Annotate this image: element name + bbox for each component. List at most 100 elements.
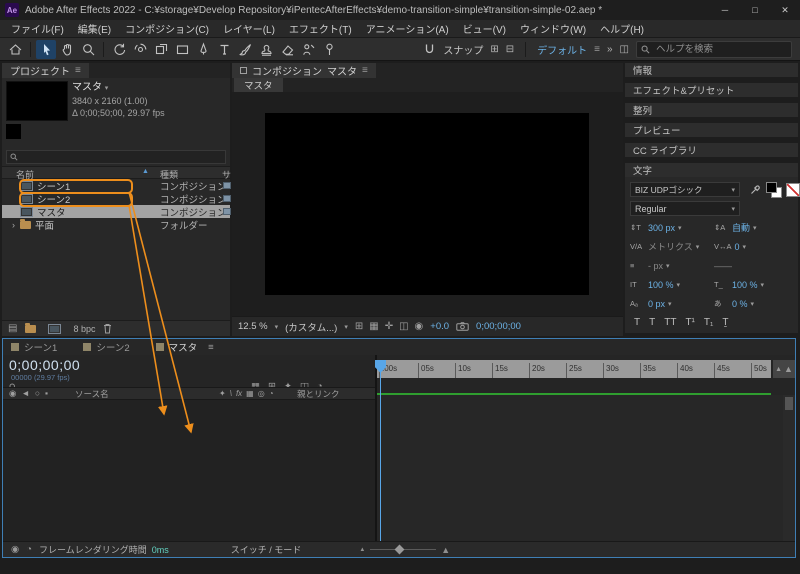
- leading-control[interactable]: ⇕A 自動 ▾: [714, 221, 794, 234]
- panel-header-preview[interactable]: プレビュー: [625, 123, 798, 137]
- faux-italic-button[interactable]: T: [649, 317, 655, 328]
- magnification-value[interactable]: 12.5 %: [238, 321, 268, 332]
- baseline-shift-control[interactable]: Aₐ 0 px ▾: [630, 299, 710, 309]
- viewer-tab-master[interactable]: マスタ: [234, 78, 283, 92]
- panel-header-cc-libraries[interactable]: CC ライブラリ: [625, 143, 798, 157]
- video-column-icon[interactable]: ◉: [9, 388, 16, 399]
- type-tool-icon[interactable]: [214, 40, 234, 59]
- snap-icon[interactable]: [423, 43, 436, 56]
- project-search-field[interactable]: [6, 150, 226, 164]
- crosshair-icon[interactable]: ✛: [385, 321, 393, 332]
- effects-column-icon[interactable]: fx: [236, 389, 242, 398]
- panel-menu-icon[interactable]: ≡: [362, 65, 368, 76]
- timeline-vertical-scrollbar[interactable]: [783, 395, 795, 541]
- kerning-control[interactable]: V/A メトリクス ▾: [630, 240, 710, 253]
- chevron-down-icon[interactable]: ▾: [696, 243, 700, 251]
- color-depth-label[interactable]: 8 bpc: [73, 324, 95, 334]
- zoom-out-mountain-icon[interactable]: ▲: [359, 547, 365, 553]
- シーン1[interactable]: シーン1 コンポジション: [2, 179, 230, 192]
- zoom-in-mountain-icon[interactable]: ▲: [441, 545, 450, 555]
- comp-marker-buttons[interactable]: ▲▲: [773, 360, 795, 378]
- source-name-column-header[interactable]: ソース名: [75, 388, 219, 400]
- zoom-slider-handle[interactable]: [395, 545, 405, 555]
- timeline-track-area[interactable]: [377, 395, 783, 541]
- snap-option-icon[interactable]: ⊞: [490, 44, 498, 55]
- chevron-down-icon[interactable]: ▾: [761, 281, 765, 289]
- menu-item[interactable]: ファイル(F): [4, 21, 71, 36]
- audio-column-icon[interactable]: ◄: [21, 388, 29, 399]
- pan-behind-tool-icon[interactable]: [151, 40, 171, 59]
- hand-tool-icon[interactable]: [57, 40, 77, 59]
- trash-icon[interactable]: [103, 323, 112, 334]
- timeline-tab-master[interactable]: マスタ: [156, 340, 214, 354]
- interpret-footage-icon[interactable]: ▤: [8, 323, 17, 334]
- puppet-pin-tool-icon[interactable]: [319, 40, 339, 59]
- selection-tool-icon[interactable]: [36, 40, 56, 59]
- chevron-down-icon[interactable]: ▾: [677, 281, 681, 289]
- switches-modes-button[interactable]: スイッチ / モード: [231, 543, 302, 556]
- camera-tool-icon[interactable]: [130, 40, 150, 59]
- shy-column-icon[interactable]: ✦: [219, 389, 226, 398]
- view-layout-icon[interactable]: ◫: [399, 321, 408, 332]
- composition-frame[interactable]: [265, 113, 589, 295]
- stroke-style-control[interactable]: ——: [714, 261, 794, 271]
- chevron-down-icon[interactable]: ▾: [668, 300, 672, 308]
- scrollbar-thumb[interactable]: [785, 397, 793, 410]
- fill-stroke-swatches[interactable]: [766, 182, 781, 197]
- current-time-indicator-line[interactable]: [380, 360, 381, 541]
- channel-icon[interactable]: ◉: [415, 321, 424, 332]
- new-folder-icon[interactable]: [25, 325, 36, 333]
- lock-column-icon[interactable]: ▪: [45, 388, 48, 399]
- viewer-canvas[interactable]: [232, 92, 623, 316]
- panel-header-effects-presets[interactable]: エフェクト&プリセット: [625, 83, 798, 97]
- snap-label[interactable]: スナップ: [443, 42, 483, 57]
- chevron-down-icon[interactable]: ▾: [666, 262, 670, 270]
- frame-blend-column-icon[interactable]: ▦: [246, 389, 254, 398]
- chevron-down-icon[interactable]: ▾: [105, 85, 109, 92]
- menu-item[interactable]: ウィンドウ(W): [513, 21, 593, 36]
- grid-guides-icon[interactable]: ⊞: [355, 321, 363, 332]
- timeline-layer-list[interactable]: [3, 400, 375, 541]
- snap-option-icon[interactable]: ⊟: [506, 44, 514, 55]
- menu-item[interactable]: ビュー(V): [456, 21, 513, 36]
- maximize-button[interactable]: □: [740, 0, 770, 20]
- 平面[interactable]: › 平面 フォルダー: [2, 218, 230, 231]
- close-button[interactable]: ✕: [770, 0, 800, 20]
- exposure-value[interactable]: +0.0: [430, 321, 449, 332]
- clone-stamp-tool-icon[interactable]: [256, 40, 276, 59]
- font-size-control[interactable]: ⇕T 300 px ▾: [630, 223, 710, 233]
- mask-visibility-icon[interactable]: ▦: [369, 321, 378, 332]
- 3d-column-icon[interactable]: ◔: [269, 389, 274, 398]
- snapshot-camera-icon[interactable]: [456, 322, 469, 331]
- panel-header-character[interactable]: 文字: [625, 163, 798, 177]
- chevron-down-icon[interactable]: ▾: [344, 323, 348, 331]
- parent-link-column-header[interactable]: 親とリンク: [297, 388, 375, 400]
- vertical-scale-control[interactable]: IT 100 % ▾: [630, 280, 710, 290]
- horizontal-scale-control[interactable]: T_ 100 % ▾: [714, 280, 794, 290]
- eraser-tool-icon[interactable]: [277, 40, 297, 59]
- chevron-down-icon[interactable]: ▾: [678, 224, 682, 232]
- roto-brush-tool-icon[interactable]: [298, 40, 318, 59]
- expander-icon[interactable]: ›: [12, 220, 20, 230]
- timeline-tab-scene1[interactable]: シーン1: [11, 340, 57, 354]
- new-composition-icon[interactable]: [48, 324, 61, 334]
- eyedropper-icon[interactable]: [750, 184, 761, 195]
- composition-tab[interactable]: コンポジション マスタ ≡: [232, 63, 376, 78]
- timeline-timecode[interactable]: 0;00;00;00: [9, 357, 80, 373]
- menu-item[interactable]: 編集(E): [71, 21, 118, 36]
- tracking-control[interactable]: V↔A 0 ▾: [714, 242, 794, 252]
- chevron-down-icon[interactable]: ▾: [743, 243, 747, 251]
- no-color-swatch[interactable]: [786, 183, 800, 197]
- stroke-width-control[interactable]: ≡ - px ▾: [630, 261, 710, 271]
- menu-item[interactable]: エフェクト(T): [282, 21, 359, 36]
- faux-bold-button[interactable]: T: [634, 317, 640, 328]
- workspace-label[interactable]: デフォルト: [537, 42, 587, 57]
- シーン2[interactable]: シーン2 コンポジション: [2, 192, 230, 205]
- share-icon[interactable]: ◫: [620, 44, 629, 55]
- all-caps-button[interactable]: TT: [664, 317, 676, 328]
- home-tool-icon[interactable]: [5, 40, 25, 59]
- zoom-tool-icon[interactable]: [78, 40, 98, 59]
- motion-blur-column-icon[interactable]: ◎: [258, 389, 265, 398]
- font-style-select[interactable]: Regular ▾: [630, 201, 740, 216]
- panel-header-align[interactable]: 整列: [625, 103, 798, 117]
